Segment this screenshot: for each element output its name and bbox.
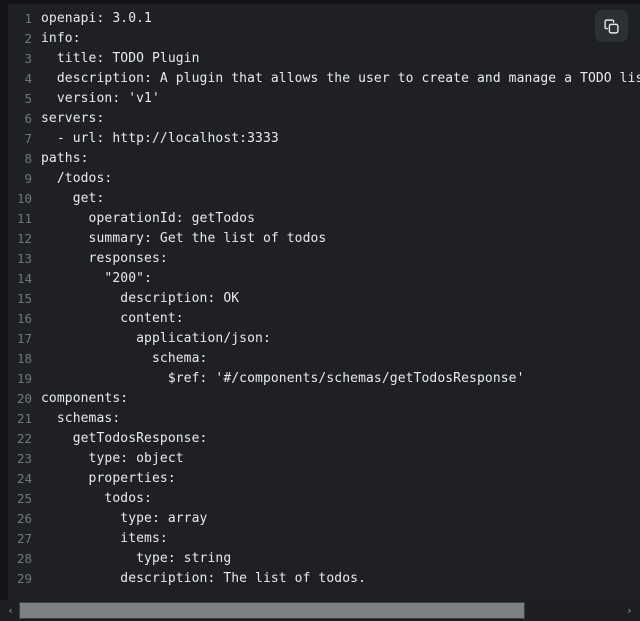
horizontal-scrollbar[interactable]: ‹ ›	[0, 600, 640, 621]
line-content: "200":	[41, 271, 152, 286]
line-content: properties:	[41, 471, 176, 486]
line-content: $ref: '#/components/schemas/getTodosResp…	[41, 371, 525, 386]
line-content: operationId: getTodos	[41, 211, 256, 226]
code-line: 9 /todos:	[8, 169, 640, 189]
line-number: 8	[24, 151, 32, 166]
line-content: todos:	[41, 491, 152, 506]
code-line: 24 properties:	[8, 469, 640, 489]
line-content: summary: Get the list of todos	[41, 231, 327, 246]
line-number: 7	[24, 131, 32, 146]
line-number: 19	[16, 371, 32, 386]
line-number: 21	[16, 411, 32, 426]
code-line: 2 info:	[8, 29, 640, 49]
line-number: 16	[16, 311, 32, 326]
line-number: 9	[24, 171, 32, 186]
code-line: 18 schema:	[8, 349, 640, 369]
line-number: 15	[16, 291, 32, 306]
code-line: 3 title: TODO Plugin	[8, 49, 640, 69]
line-number: 3	[24, 51, 32, 66]
code-line: 23 type: object	[8, 449, 640, 469]
line-content: components:	[41, 391, 129, 406]
line-content: info:	[41, 31, 81, 46]
code-line: 16 content:	[8, 309, 640, 329]
line-number: 13	[16, 251, 32, 266]
line-content: content:	[41, 311, 184, 326]
copy-code-button[interactable]	[595, 10, 628, 42]
line-number: 17	[16, 331, 32, 346]
line-content: type: string	[41, 551, 232, 566]
code-line: 22 getTodosResponse:	[8, 429, 640, 449]
code-line: 7 - url: http://localhost:3333	[8, 129, 640, 149]
line-content: application/json:	[41, 331, 271, 346]
line-content: get:	[41, 191, 105, 206]
line-number: 27	[16, 531, 32, 546]
line-content: version: 'v1'	[41, 91, 160, 106]
line-content: description: OK	[41, 291, 240, 306]
code-line: 17 application/json:	[8, 329, 640, 349]
line-content: schemas:	[41, 411, 121, 426]
line-content: description: The list of todos.	[41, 571, 366, 586]
code-line: 25 todos:	[8, 489, 640, 509]
code-lines: 1 openapi: 3.0.1 2 info: 3 title: TODO Plugi…	[8, 9, 640, 589]
line-content: paths:	[41, 151, 89, 166]
panel-left-edge	[0, 0, 8, 621]
line-content: /todos:	[41, 171, 113, 186]
code-line: 20 components:	[8, 389, 640, 409]
code-line: 29 description: The list of todos.	[8, 569, 640, 589]
code-line: 28 type: string	[8, 549, 640, 569]
code-line: 6 servers:	[8, 109, 640, 129]
line-number: 24	[16, 471, 32, 486]
line-content: type: array	[41, 511, 208, 526]
chevron-right-icon[interactable]: ›	[621, 600, 638, 621]
line-content: schema:	[41, 351, 208, 366]
code-line: 15 description: OK	[8, 289, 640, 309]
line-content: getTodosResponse:	[41, 431, 208, 446]
code-line: 10 get:	[8, 189, 640, 209]
chevron-left-icon[interactable]: ‹	[2, 600, 19, 621]
code-line: 5 version: 'v1'	[8, 89, 640, 109]
line-content: description: A plugin that allows the us…	[41, 71, 640, 86]
line-number: 10	[16, 191, 32, 206]
line-number: 2	[24, 31, 32, 46]
line-content: responses:	[41, 251, 168, 266]
code-line: 1 openapi: 3.0.1	[8, 9, 640, 29]
line-number: 6	[24, 111, 32, 126]
panel-corner-rounding	[8, 4, 22, 18]
line-number: 14	[16, 271, 32, 286]
code-line: 26 type: array	[8, 509, 640, 529]
code-line: 13 responses:	[8, 249, 640, 269]
code-line: 14 "200":	[8, 269, 640, 289]
line-number: 4	[24, 71, 32, 86]
code-line: 12 summary: Get the list of todos	[8, 229, 640, 249]
copy-icon	[603, 18, 620, 35]
code-line: 21 schemas:	[8, 409, 640, 429]
panel-top-edge	[0, 0, 640, 4]
line-number: 28	[16, 551, 32, 566]
code-line: 19 $ref: '#/components/schemas/getTodosR…	[8, 369, 640, 389]
code-line: 4 description: A plugin that allows the …	[8, 69, 640, 89]
code-scroll-viewport[interactable]: 1 openapi: 3.0.1 2 info: 3 title: TODO Plugi…	[8, 4, 640, 600]
code-block: 1 openapi: 3.0.1 2 info: 3 title: TODO Plugi…	[0, 0, 640, 621]
scrollbar-track[interactable]	[19, 602, 621, 619]
line-content: - url: http://localhost:3333	[41, 131, 279, 146]
scrollbar-thumb[interactable]	[19, 602, 525, 619]
line-number: 29	[16, 571, 32, 586]
line-number: 12	[16, 231, 32, 246]
line-number: 26	[16, 511, 32, 526]
line-content: type: object	[41, 451, 184, 466]
line-content: openapi: 3.0.1	[41, 11, 152, 26]
line-number: 18	[16, 351, 32, 366]
line-content: items:	[41, 531, 168, 546]
code-line: 27 items:	[8, 529, 640, 549]
line-number: 11	[16, 211, 32, 226]
line-number: 20	[16, 391, 32, 406]
line-content: servers:	[41, 111, 105, 126]
line-number: 22	[16, 431, 32, 446]
line-number: 23	[16, 451, 32, 466]
code-line: 8 paths:	[8, 149, 640, 169]
line-content: title: TODO Plugin	[41, 51, 200, 66]
line-number: 25	[16, 491, 32, 506]
line-number: 5	[24, 91, 32, 106]
code-line: 11 operationId: getTodos	[8, 209, 640, 229]
